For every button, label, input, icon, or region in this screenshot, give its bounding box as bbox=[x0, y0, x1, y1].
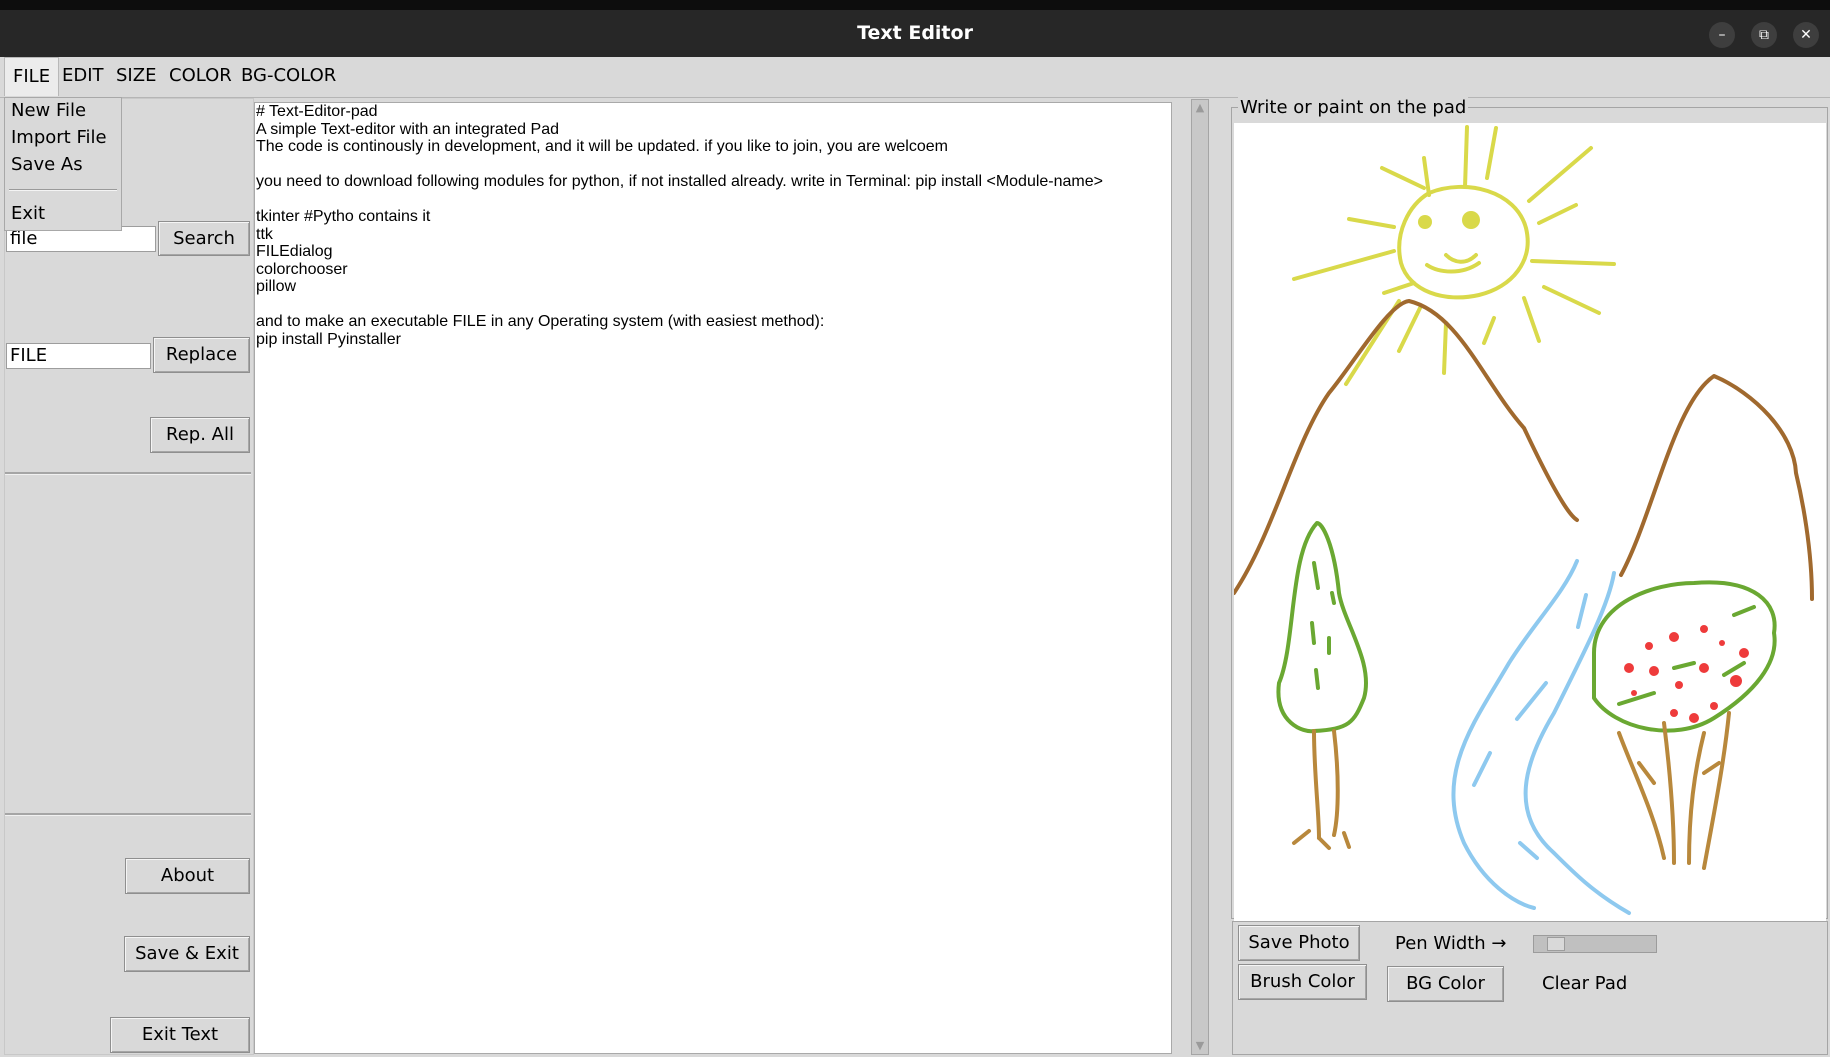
editor-line: you need to download following modules f… bbox=[256, 173, 1103, 190]
file-dropdown-menu: New File Import File Save As Exit bbox=[4, 97, 122, 231]
close-icon[interactable]: ✕ bbox=[1793, 22, 1819, 48]
replace-input[interactable] bbox=[6, 343, 151, 369]
save-exit-button[interactable]: Save & Exit bbox=[124, 936, 250, 972]
menu-bg-color[interactable]: BG-COLOR bbox=[233, 57, 344, 95]
drawing bbox=[1232, 125, 1814, 915]
replace-all-button[interactable]: Rep. All bbox=[150, 417, 250, 453]
separator bbox=[5, 472, 251, 475]
pen-width-label: Pen Width → bbox=[1395, 933, 1507, 954]
trunk-drawing bbox=[1292, 729, 1351, 850]
menu-size[interactable]: SIZE bbox=[108, 57, 164, 95]
replace-button[interactable]: Replace bbox=[153, 337, 250, 373]
system-top-bar bbox=[0, 0, 1830, 10]
editor-line: and to make an executable FILE in any Op… bbox=[256, 313, 825, 330]
clear-pad-button[interactable]: Clear Pad bbox=[1542, 973, 1627, 994]
window-title: Text Editor bbox=[857, 22, 973, 44]
editor-line: # Text-Editor-pad bbox=[256, 103, 378, 120]
sun-eyes bbox=[1418, 211, 1480, 229]
save-photo-button[interactable]: Save Photo bbox=[1238, 925, 1360, 961]
menu-color[interactable]: COLOR bbox=[161, 57, 240, 95]
editor-line: colorchooser bbox=[256, 260, 348, 278]
editor-line: ttk bbox=[256, 225, 273, 243]
sun-drawing bbox=[1292, 125, 1616, 386]
pen-width-slider[interactable] bbox=[1533, 935, 1657, 953]
separator bbox=[5, 813, 251, 816]
window-titlebar: Text Editor – ⧉ ✕ bbox=[0, 10, 1830, 57]
menu-item-exit[interactable]: Exit bbox=[11, 203, 45, 224]
paint-canvas[interactable] bbox=[1232, 123, 1826, 922]
scroll-down-icon[interactable]: ▼ bbox=[1193, 1039, 1207, 1053]
menu-separator bbox=[9, 189, 117, 191]
exit-text-button[interactable]: Exit Text bbox=[110, 1017, 250, 1053]
editor-line: tkinter #Pytho contains it bbox=[256, 208, 431, 225]
editor-line: The code is continously in development, … bbox=[256, 138, 948, 155]
scroll-up-icon[interactable]: ▲ bbox=[1193, 101, 1207, 115]
editor-line: FILEdialog bbox=[256, 243, 333, 260]
river-drawing bbox=[1451, 559, 1631, 915]
menu-item-new-file[interactable]: New File bbox=[11, 100, 86, 121]
brush-color-button[interactable]: Brush Color bbox=[1238, 964, 1367, 1000]
menubar: FILE EDIT SIZE COLOR BG-COLOR bbox=[0, 57, 1830, 98]
editor-textarea[interactable]: # Text-Editor-pad A simple Text-editor w… bbox=[254, 102, 1172, 1054]
about-button[interactable]: About bbox=[125, 858, 250, 894]
mountain-drawing bbox=[1232, 299, 1814, 601]
menu-item-import-file[interactable]: Import File bbox=[11, 127, 107, 148]
editor-line: A simple Text-editor with an integrated … bbox=[256, 120, 559, 138]
menu-file[interactable]: FILE bbox=[4, 57, 60, 96]
slider-handle[interactable] bbox=[1547, 937, 1565, 951]
bush-trunk-drawing bbox=[1617, 711, 1731, 870]
menu-edit[interactable]: EDIT bbox=[54, 57, 112, 95]
pad-label: Write or paint on the pad bbox=[1238, 97, 1469, 118]
tree-drawing bbox=[1276, 521, 1368, 734]
minimize-icon[interactable]: – bbox=[1709, 22, 1735, 48]
maximize-icon[interactable]: ⧉ bbox=[1751, 22, 1777, 48]
editor-scrollbar[interactable]: ▲ ▼ bbox=[1191, 99, 1209, 1055]
editor-line: pillow bbox=[256, 278, 297, 295]
menu-item-save-as[interactable]: Save As bbox=[11, 154, 83, 175]
editor-line: pip install Pyinstaller bbox=[256, 330, 401, 348]
search-button[interactable]: Search bbox=[158, 221, 250, 256]
bg-color-button[interactable]: BG Color bbox=[1387, 966, 1504, 1002]
